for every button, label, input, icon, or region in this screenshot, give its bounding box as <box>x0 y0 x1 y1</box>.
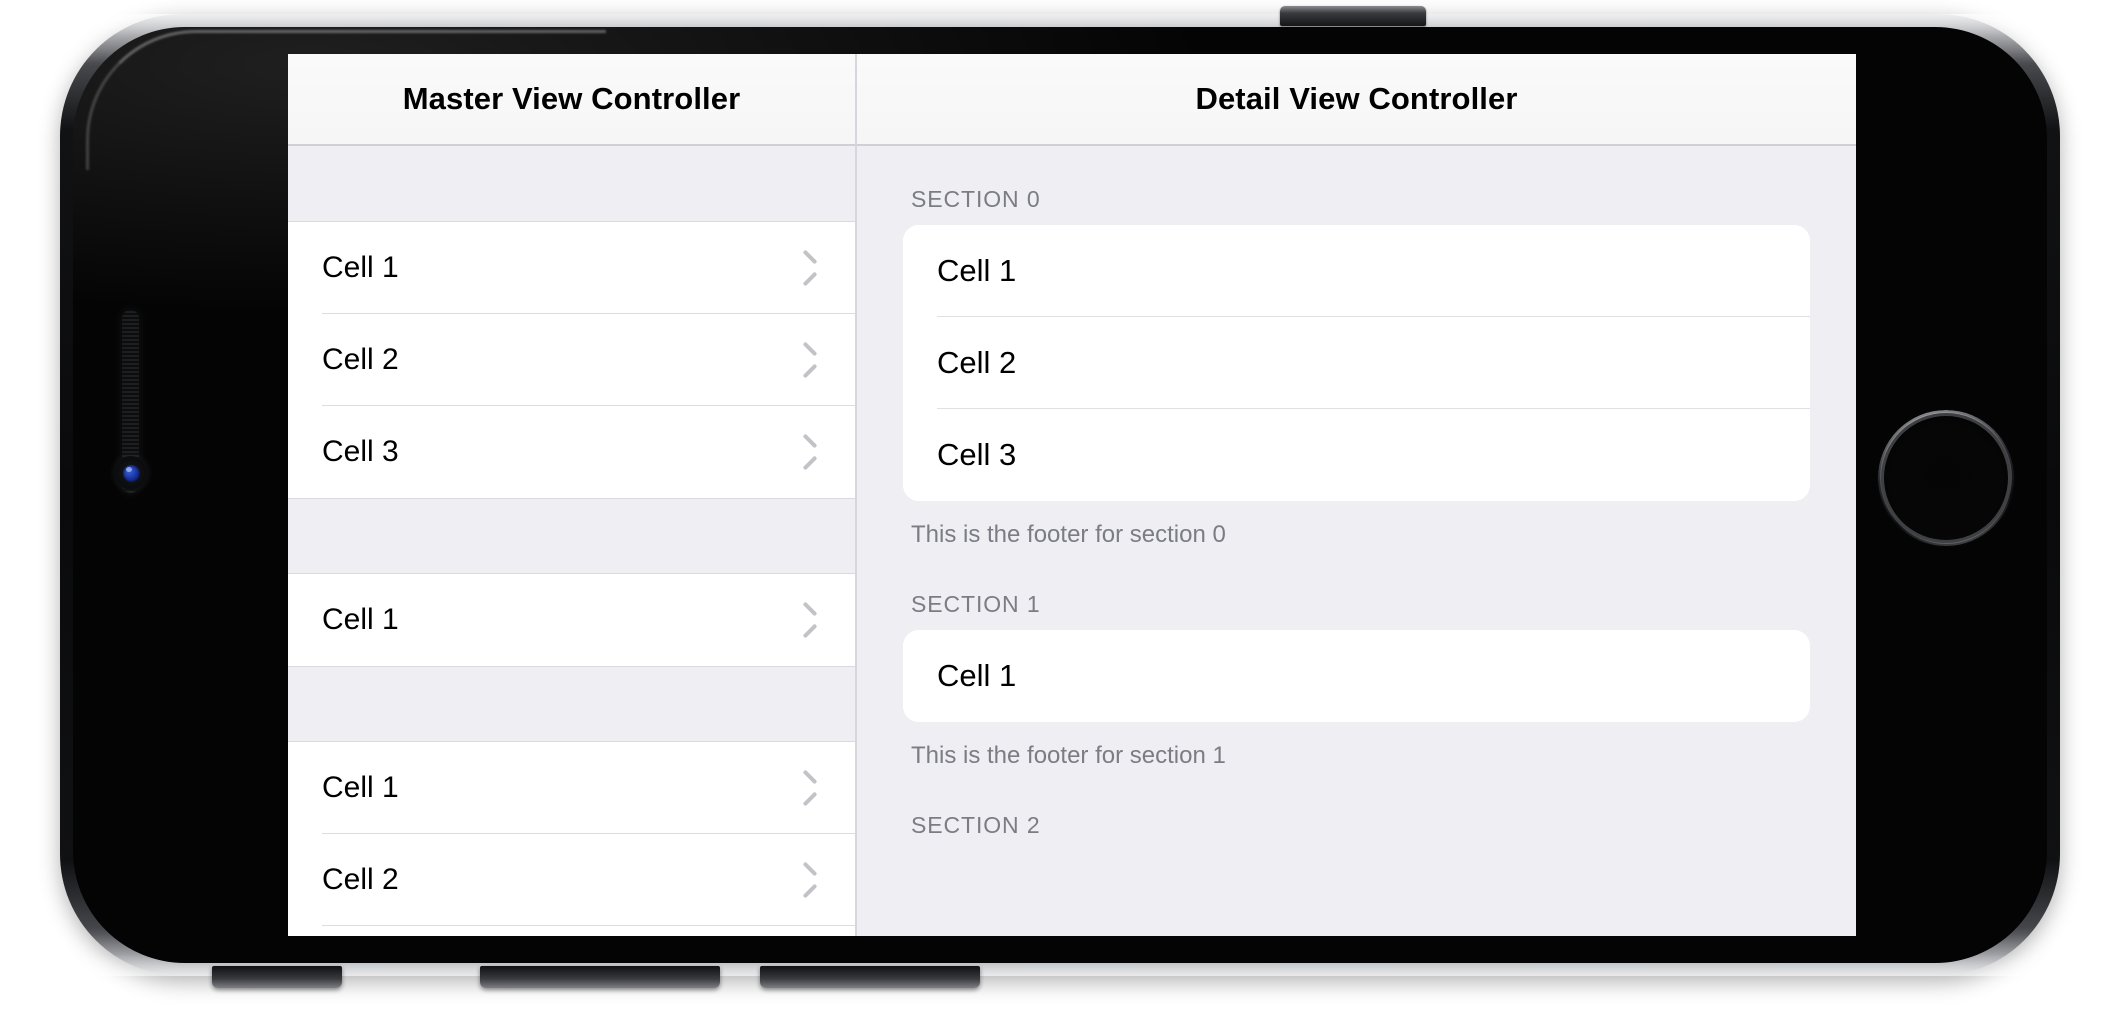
master-section-header-0 <box>288 146 855 222</box>
detail-section-card-0: Cell 1 Cell 2 Cell 3 <box>903 225 1810 501</box>
detail-row-0-2[interactable]: Cell 3 <box>903 409 1810 501</box>
master-row-2-1[interactable]: Cell 2 <box>288 834 855 926</box>
chevron-right-icon <box>798 605 815 635</box>
detail-navbar-title: Detail View Controller <box>1195 81 1518 116</box>
master-row-label: Cell 2 <box>322 343 399 376</box>
volume-down-button[interactable] <box>760 966 980 988</box>
detail-section-header-0: SECTION 0 <box>911 186 1041 212</box>
detail-top-spacer <box>903 146 1810 186</box>
detail-table-view[interactable]: SECTION 0 Cell 1 Cell 2 Cell 3 This is t… <box>857 146 1856 936</box>
iphone-device: Master View Controller Cell 1 Cell 2 Cel… <box>60 6 2060 988</box>
master-table-view[interactable]: Cell 1 Cell 2 Cell 3 Cell 1 Cell 1 Cell … <box>288 146 855 936</box>
master-pane: Master View Controller Cell 1 Cell 2 Cel… <box>288 54 857 936</box>
chevron-right-icon <box>798 437 815 467</box>
detail-row-label: Cell 3 <box>937 437 1017 472</box>
master-row-1-0[interactable]: Cell 1 <box>288 574 855 666</box>
ring-silent-switch[interactable] <box>212 966 342 988</box>
master-row-label: Cell 3 <box>322 435 399 468</box>
detail-pane: Detail View Controller SECTION 0 Cell 1 … <box>857 54 1856 936</box>
detail-navbar: Detail View Controller <box>857 54 1856 146</box>
volume-up-button[interactable] <box>480 966 720 988</box>
detail-row-1-0[interactable]: Cell 1 <box>903 630 1810 722</box>
master-row-0-1[interactable]: Cell 2 <box>288 314 855 406</box>
master-navbar: Master View Controller <box>288 54 855 146</box>
chevron-right-icon <box>798 773 815 803</box>
detail-section-gap-0 <box>903 549 1810 591</box>
detail-section-footer-0: This is the footer for section 0 <box>911 521 1226 548</box>
master-row-label: Cell 1 <box>322 251 399 284</box>
detail-row-label: Cell 1 <box>937 253 1017 288</box>
master-row-0-0[interactable]: Cell 1 <box>288 222 855 314</box>
front-camera-icon <box>114 456 148 490</box>
detail-section-header-1: SECTION 1 <box>911 591 1041 617</box>
power-button[interactable] <box>1280 6 1426 26</box>
detail-section-header-2: SECTION 2 <box>911 812 1041 838</box>
detail-row-0-0[interactable]: Cell 1 <box>903 225 1810 317</box>
home-button[interactable] <box>1880 412 2012 544</box>
master-row-label: Cell 1 <box>322 771 399 804</box>
master-row-2-0[interactable]: Cell 1 <box>288 742 855 834</box>
device-screen: Master View Controller Cell 1 Cell 2 Cel… <box>288 54 1856 936</box>
master-row-label: Cell 2 <box>322 863 399 896</box>
detail-section-card-1: Cell 1 <box>903 630 1810 722</box>
detail-row-label: Cell 2 <box>937 345 1017 380</box>
screenshot-stage: Master View Controller Cell 1 Cell 2 Cel… <box>0 0 2114 1028</box>
detail-row-label: Cell 1 <box>937 658 1017 693</box>
master-row-label: Cell 1 <box>322 603 399 636</box>
detail-section-footer-1: This is the footer for section 1 <box>911 742 1226 769</box>
master-section-header-1 <box>288 498 855 574</box>
chevron-right-icon <box>798 865 815 895</box>
camera-iris <box>122 464 140 482</box>
detail-section-gap-1 <box>903 770 1810 812</box>
chevron-right-icon <box>798 345 815 375</box>
master-navbar-title: Master View Controller <box>402 81 741 116</box>
chevron-right-icon <box>798 253 815 283</box>
master-section-header-2 <box>288 666 855 742</box>
master-row-0-2[interactable]: Cell 3 <box>288 406 855 498</box>
detail-row-0-1[interactable]: Cell 2 <box>903 317 1810 409</box>
